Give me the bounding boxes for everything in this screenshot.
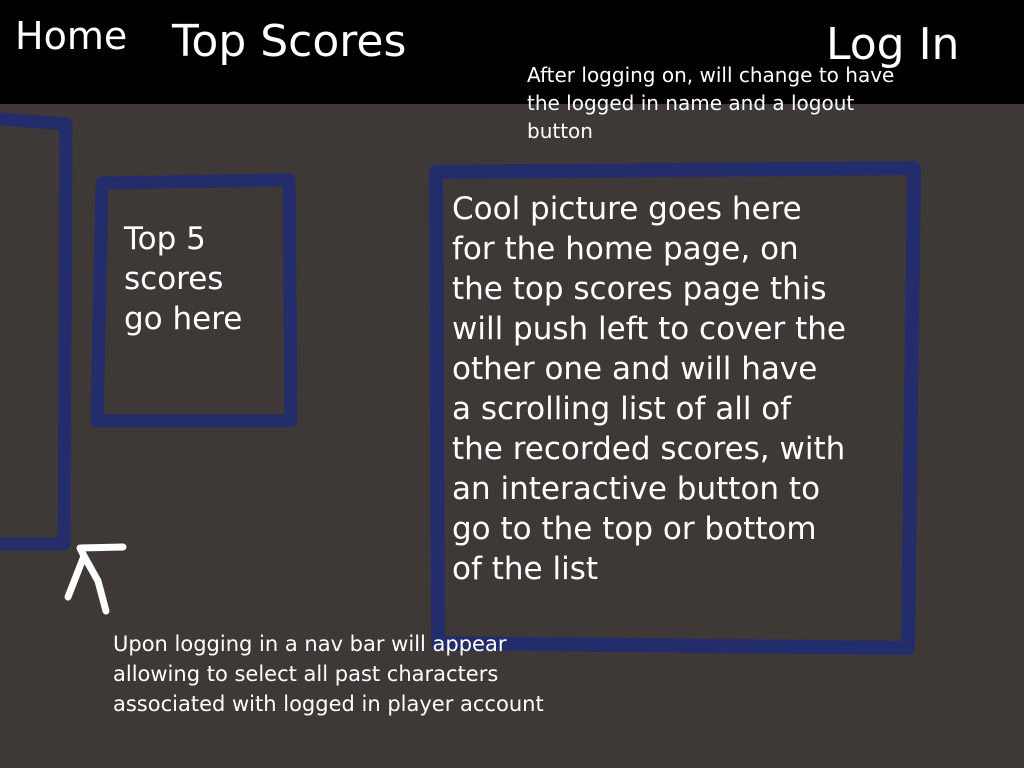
picture-placeholder: Cool picture goes here for the home page…: [452, 191, 846, 587]
nav-bar-annotation: Upon logging in a nav bar will appear al…: [113, 632, 544, 716]
wireframe-page: Home Top Scores Log In After logging on,…: [0, 0, 1024, 768]
nav-bar-placeholder-outline: [0, 112, 73, 551]
arrow-icon: [64, 543, 127, 615]
top5-scores-placeholder: Top 5 scores go here: [124, 221, 243, 337]
